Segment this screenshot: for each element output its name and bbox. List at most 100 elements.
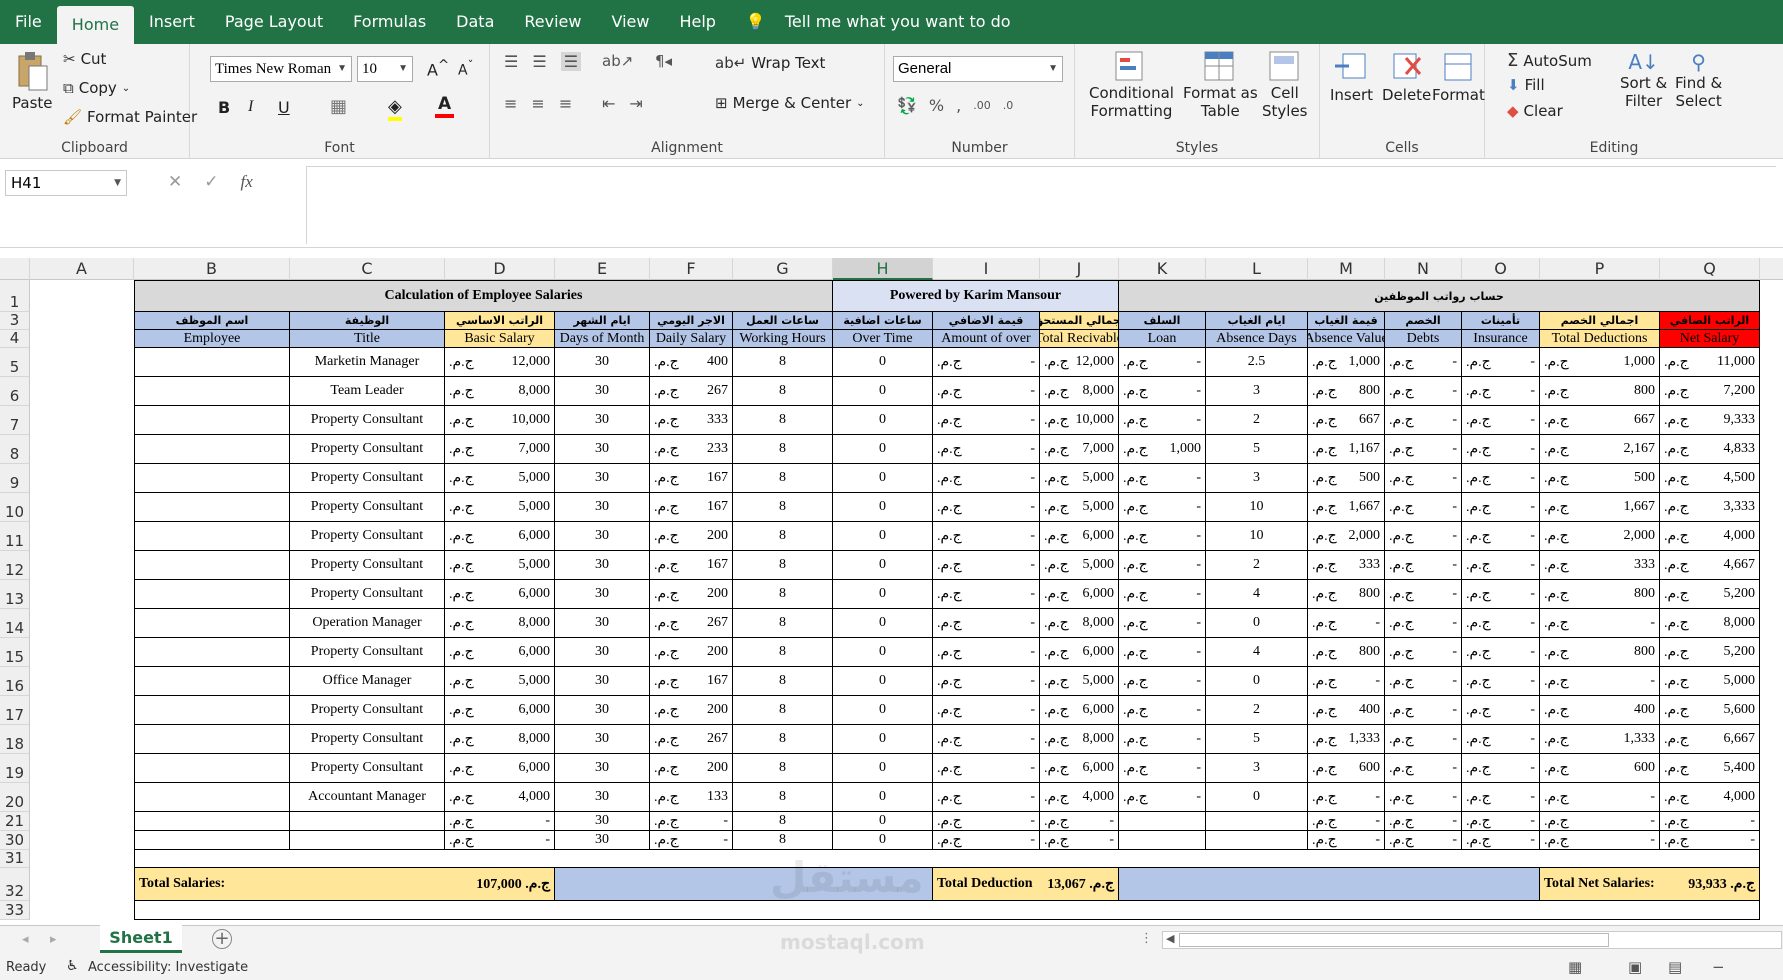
header-en[interactable]: Employee [134,330,290,348]
days-cell[interactable]: 30 [555,435,650,464]
absence-value-cell[interactable]: ج.م. 1,000 [1308,348,1385,377]
debts-cell[interactable]: ج.م. - [1385,638,1462,667]
absence-value-cell[interactable]: ج.م. - [1308,812,1385,831]
days-cell[interactable]: 30 [555,783,650,812]
insurance-cell[interactable]: ج.م. - [1462,638,1540,667]
total-net-salaries-cell[interactable]: Total Net Salaries: 93,933 ج.م. [1540,868,1760,901]
total-deductions-cell[interactable]: ج.م. 600 [1540,754,1660,783]
total-receivable-cell[interactable]: ج.م. 8,000 [1040,609,1119,638]
overtime-cell[interactable]: 0 [833,435,933,464]
overtime-amount-cell[interactable]: ج.م. - [933,783,1040,812]
header-ar[interactable]: قيمة الغياب [1308,312,1385,330]
absence-value-cell[interactable]: ج.م. 800 [1308,638,1385,667]
basic-salary-cell[interactable]: ج.م. 6,000 [445,696,555,725]
absence-days-cell[interactable]: 4 [1206,580,1308,609]
title-cell[interactable]: Property Consultant [290,754,445,783]
daily-salary-cell[interactable]: ج.م. 200 [650,580,733,609]
overtime-cell[interactable]: 0 [833,696,933,725]
align-center-icon[interactable]: ≡ [531,94,544,113]
basic-salary-cell[interactable]: ج.م. 5,000 [445,493,555,522]
increase-indent-icon[interactable]: ⇥ [629,94,642,113]
insurance-cell[interactable]: ج.م. - [1462,725,1540,754]
working-hours-cell[interactable]: 8 [733,522,833,551]
working-hours-cell[interactable]: 8 [733,831,833,850]
daily-salary-cell[interactable]: ج.م. 200 [650,696,733,725]
row-header[interactable]: 18 [0,725,30,754]
horizontal-scrollbar[interactable]: ◀ [1162,931,1782,949]
row-header[interactable]: 33 [0,901,30,920]
row-header[interactable]: 1 [0,280,30,312]
absence-days-cell[interactable]: 10 [1206,493,1308,522]
delete-button[interactable]: Delete [1382,50,1431,104]
header-ar[interactable]: الوظيفة [290,312,445,330]
tab-help[interactable]: Help [664,0,730,44]
working-hours-cell[interactable]: 8 [733,725,833,754]
debts-cell[interactable]: ج.م. - [1385,377,1462,406]
page-break-view-icon[interactable]: ▤ [1668,958,1682,976]
working-hours-cell[interactable]: 8 [733,493,833,522]
basic-salary-cell[interactable]: ج.م. 6,000 [445,754,555,783]
insurance-cell[interactable]: ج.م. - [1462,580,1540,609]
daily-salary-cell[interactable]: ج.م. 200 [650,522,733,551]
working-hours-cell[interactable]: 8 [733,609,833,638]
employee-name-cell[interactable] [134,725,290,754]
column-header-b[interactable]: B [134,258,290,280]
wrap-text-button[interactable]: ab↵ Wrap Text [715,54,825,72]
employee-name-cell[interactable] [134,522,290,551]
daily-salary-cell[interactable]: ج.م. 333 [650,406,733,435]
absence-days-cell[interactable]: 5 [1206,435,1308,464]
net-salary-cell[interactable]: ج.م. - [1660,831,1760,850]
overtime-cell[interactable]: 0 [833,464,933,493]
days-cell[interactable]: 30 [555,667,650,696]
add-sheet-icon[interactable]: + [212,929,232,949]
total-deductions-cell[interactable]: ج.م. 500 [1540,464,1660,493]
header-en[interactable]: Total Deductions [1540,330,1660,348]
orientation-button[interactable]: ab↗ [602,52,633,70]
total-receivable-cell[interactable]: ج.م. 6,000 [1040,696,1119,725]
header-ar[interactable]: ساعات العمل [733,312,833,330]
page-layout-view-icon[interactable]: ▣ [1628,958,1642,976]
total-deductions-cell[interactable]: ج.م. 1,000 [1540,348,1660,377]
absence-days-cell[interactable] [1206,812,1308,831]
debts-cell[interactable]: ج.م. - [1385,783,1462,812]
daily-salary-cell[interactable]: ج.م. 200 [650,754,733,783]
net-salary-cell[interactable]: ج.م. 8,000 [1660,609,1760,638]
scrollbar-thumb[interactable] [1179,933,1609,947]
absence-value-cell[interactable]: ج.م. 600 [1308,754,1385,783]
title-cell[interactable] [290,812,445,831]
employee-name-cell[interactable] [134,754,290,783]
format-painter-button[interactable]: 🖌 Format Painter [63,108,197,126]
header-ar[interactable]: الاجر اليومي [650,312,733,330]
row-header[interactable]: 14 [0,609,30,638]
net-salary-cell[interactable]: ج.م. - [1660,812,1760,831]
header-en[interactable]: Total Recivable [1040,330,1119,348]
debts-cell[interactable]: ج.م. - [1385,754,1462,783]
working-hours-cell[interactable]: 8 [733,348,833,377]
employee-name-cell[interactable] [134,464,290,493]
net-salary-cell[interactable]: ج.م. 4,833 [1660,435,1760,464]
overtime-amount-cell[interactable]: ج.م. - [933,725,1040,754]
align-right-icon[interactable]: ≡ [559,94,572,113]
days-cell[interactable]: 30 [555,696,650,725]
scroll-left-icon[interactable]: ◂ [22,932,29,947]
employee-name-cell[interactable] [134,406,290,435]
absence-days-cell[interactable]: 2 [1206,551,1308,580]
absence-days-cell[interactable] [1206,831,1308,850]
merge-center-button[interactable]: ⊞ Merge & Center ⌄ [715,94,865,112]
daily-salary-cell[interactable]: ج.م. 167 [650,493,733,522]
title-cell[interactable]: Property Consultant [290,493,445,522]
basic-salary-cell[interactable]: ج.م. 10,000 [445,406,555,435]
splitter-icon[interactable]: ⋮ [1140,931,1153,946]
employee-name-cell[interactable] [134,348,290,377]
column-header-o[interactable]: O [1462,258,1540,280]
scroll-left-arrow-icon[interactable]: ◀ [1166,932,1174,945]
title-cell[interactable]: Operation Manager [290,609,445,638]
total-deductions-cell[interactable]: ج.م. 800 [1540,638,1660,667]
find-select-button[interactable]: ⚲ Find & Select [1675,50,1722,110]
blank-row[interactable] [134,901,1760,920]
header-en[interactable]: Insurance [1462,330,1540,348]
debts-cell[interactable]: ج.م. - [1385,493,1462,522]
overtime-amount-cell[interactable]: ج.م. - [933,348,1040,377]
loan-cell[interactable]: ج.م. - [1119,580,1206,609]
header-en[interactable]: Daily Salary [650,330,733,348]
